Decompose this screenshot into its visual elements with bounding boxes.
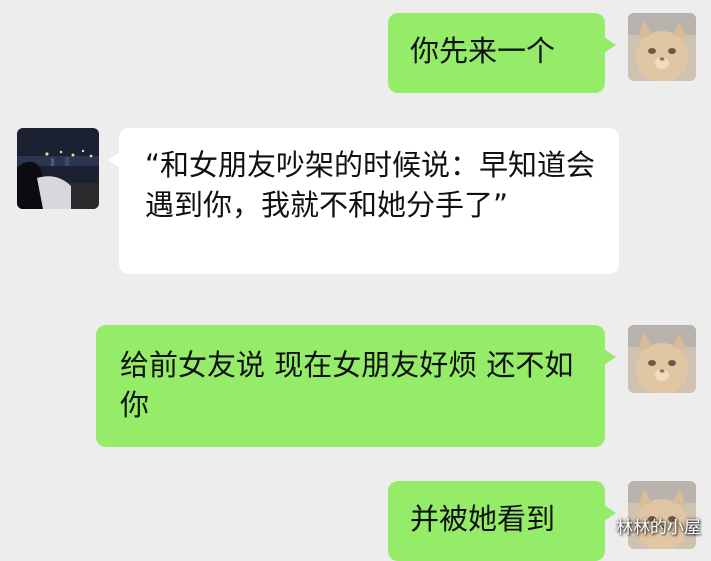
message-text: 并被她看到 [410, 502, 556, 536]
night-city-avatar[interactable] [17, 128, 99, 209]
night-city-avatar-icon [17, 128, 99, 209]
cat-avatar[interactable] [628, 13, 696, 81]
cat-avatar[interactable] [628, 325, 696, 393]
watermark: 林林的小屋 [616, 518, 701, 538]
sent-message-bubble[interactable]: 你先来一个 [388, 13, 616, 93]
received-message-bubble[interactable]: “和女朋友吵架的时候说：早知道会遇到你，我就不和她分手了” [108, 128, 619, 274]
sent-message-bubble[interactable]: 给前女友说 现在女朋友好烦 还不如你 [96, 325, 616, 447]
cat-avatar-icon [628, 13, 696, 81]
cat-avatar-icon [628, 325, 696, 393]
message-text: 你先来一个 [410, 34, 556, 68]
sent-message-bubble[interactable]: 并被她看到 [388, 481, 616, 561]
message-text: “和女朋友吵架的时候说：早知道会遇到你，我就不和她分手了” [145, 148, 596, 222]
message-text: 给前女友说 现在女朋友好烦 还不如你 [120, 348, 574, 422]
